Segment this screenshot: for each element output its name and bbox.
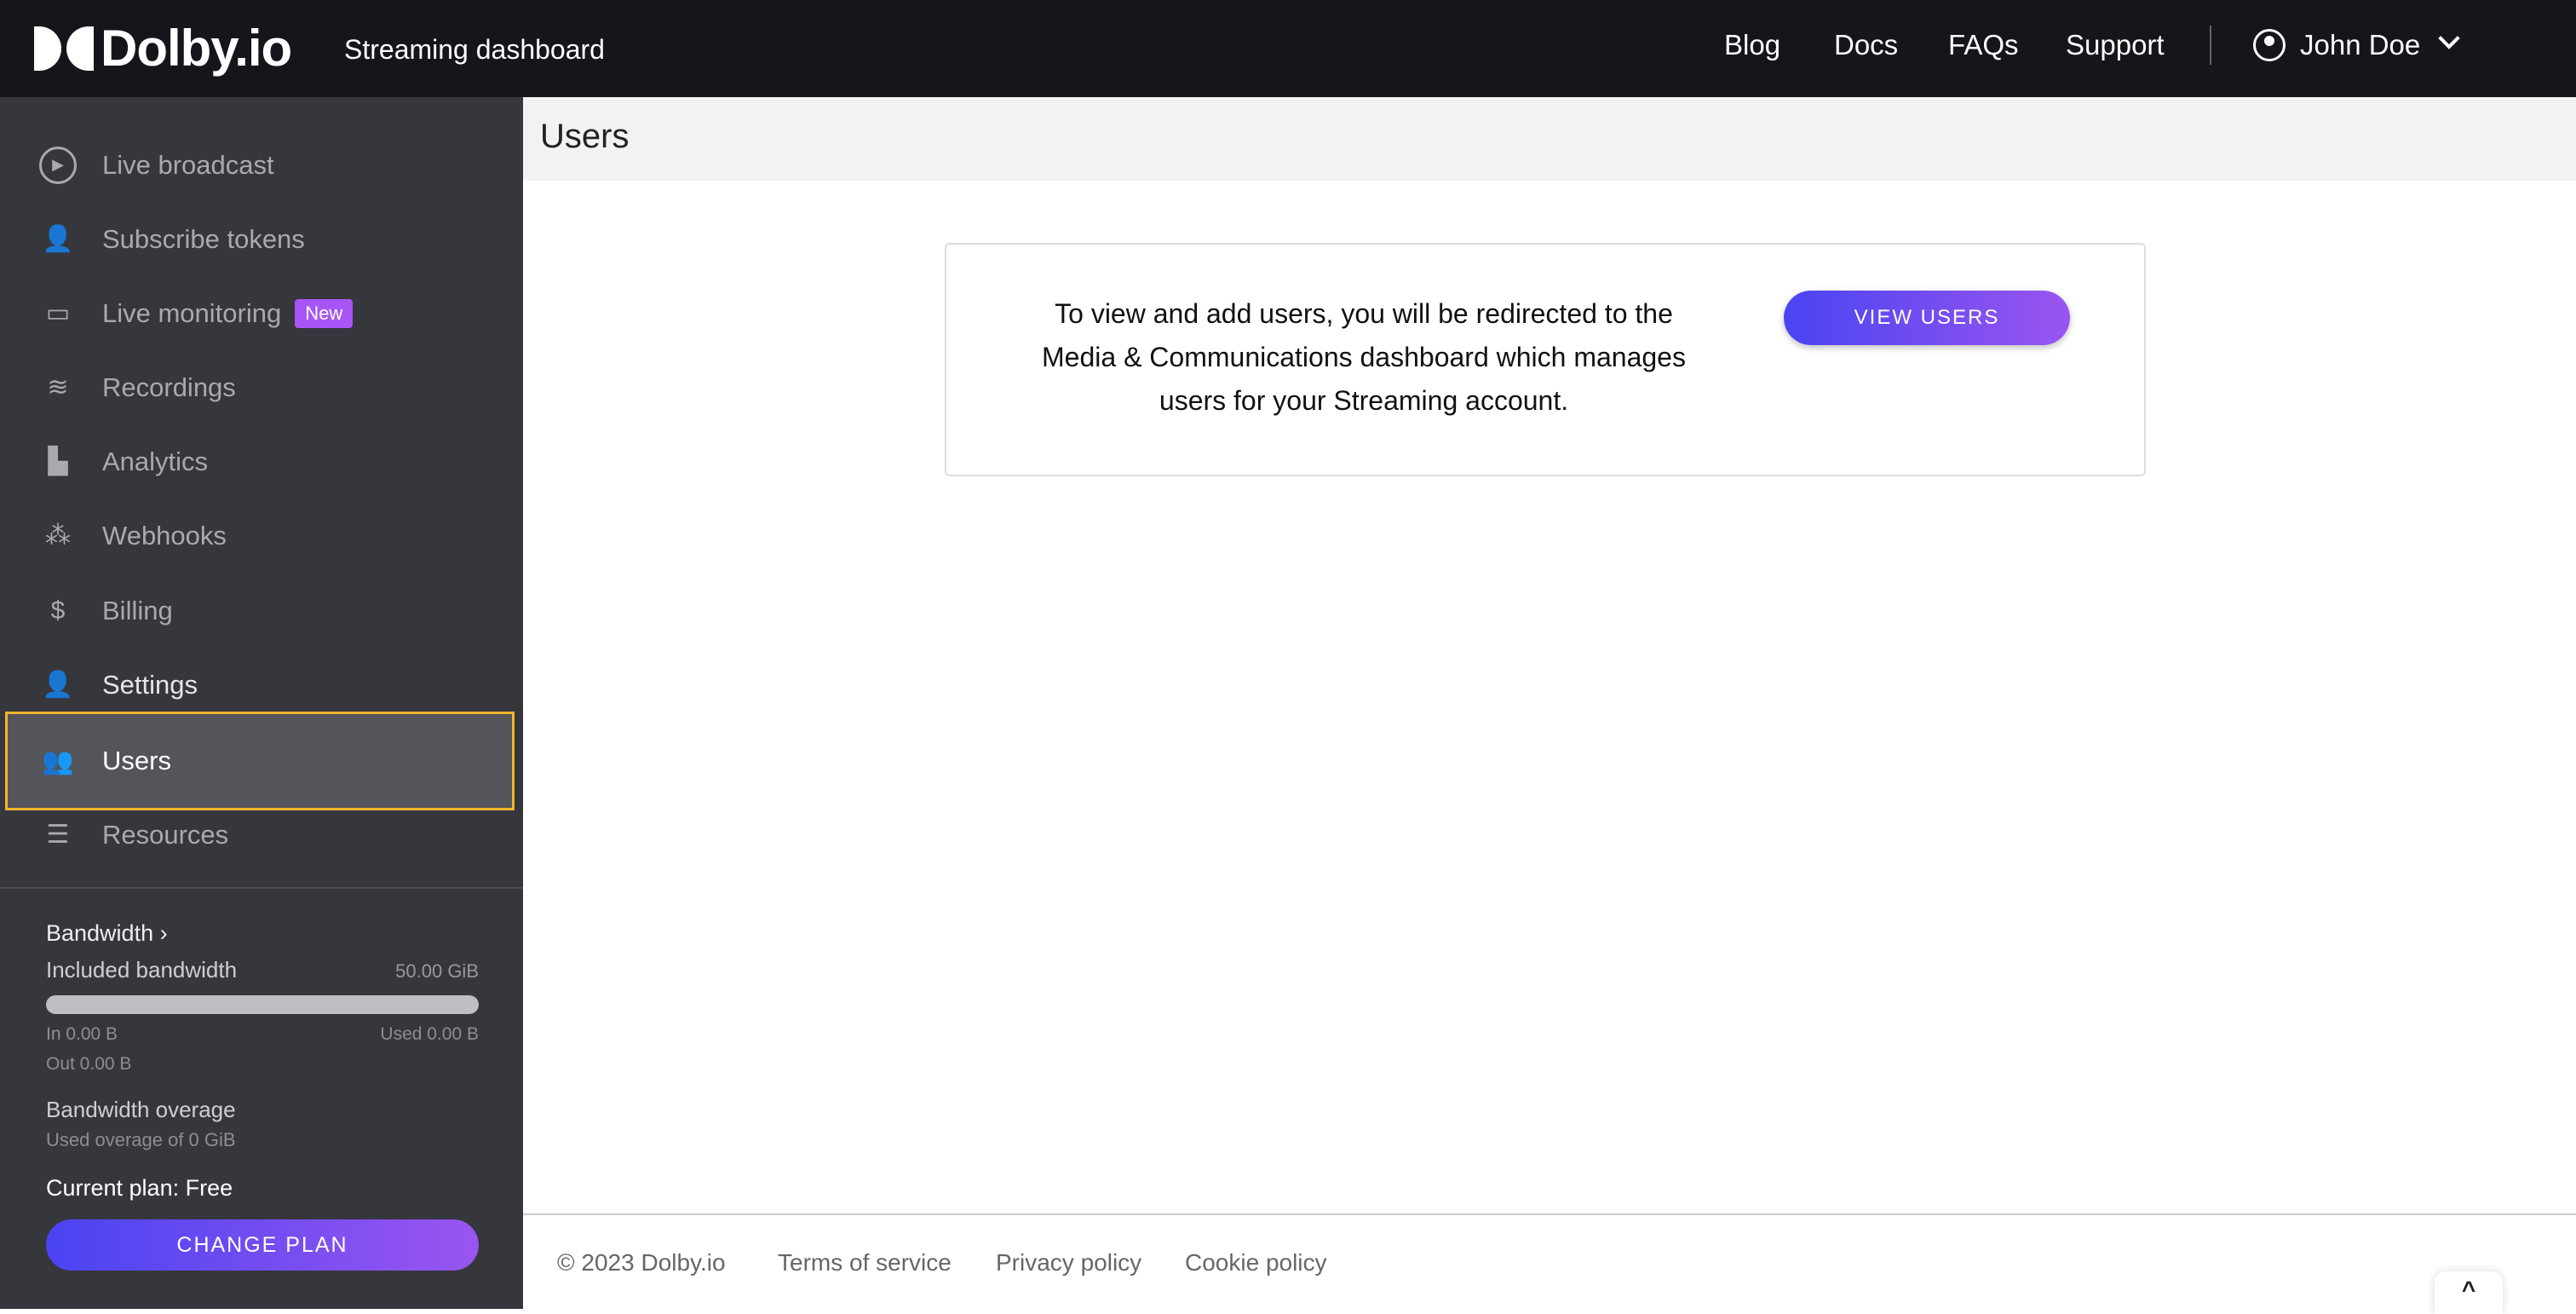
- monitor-icon: ▭: [45, 299, 71, 327]
- sidebar: ▶ Live broadcast 👤 Subscribe tokens ▭ Live …: [0, 97, 523, 1309]
- change-plan-button[interactable]: CHANGE PLAN: [46, 1219, 479, 1271]
- included-bandwidth-row: Included bandwidth 50.00 GiB: [46, 957, 479, 983]
- bandwidth-overage-text: Used overage of 0 GiB: [46, 1129, 236, 1150]
- nav-blog[interactable]: Blog: [1724, 29, 1780, 61]
- bar-chart-icon: ▙: [48, 447, 68, 475]
- chevron-up-icon: ^: [2461, 1277, 2476, 1303]
- nav-docs[interactable]: Docs: [1834, 29, 1898, 61]
- top-header: Dolby.io Streaming dashboard Blog Docs F…: [0, 0, 2576, 97]
- footer-copyright: © 2023 Dolby.io: [557, 1249, 726, 1276]
- footer-terms-link[interactable]: Terms of service: [778, 1249, 952, 1277]
- sidebar-item-subscribe-tokens[interactable]: 👤 Subscribe tokens: [5, 202, 515, 276]
- sidebar-item-live-broadcast[interactable]: ▶ Live broadcast: [5, 128, 515, 202]
- bandwidth-in: In 0.00 B: [46, 1024, 118, 1044]
- users-redirect-card: To view and add users, you will be redir…: [945, 243, 2146, 476]
- sidebar-item-label: Users: [102, 746, 171, 775]
- sidebar-item-label: Resources: [102, 819, 229, 850]
- sidebar-item-webhooks[interactable]: ⁂ Webhooks: [5, 499, 515, 573]
- users-icon: 👥: [42, 746, 74, 775]
- sidebar-item-label: Recordings: [102, 372, 236, 402]
- sidebar-item-label: Billing: [102, 595, 173, 625]
- dolby-logo[interactable]: Dolby.io: [34, 19, 292, 78]
- bandwidth-title: Bandwidth: [46, 920, 154, 946]
- nav-faqs[interactable]: FAQs: [1948, 29, 2019, 61]
- webhook-icon: ⁂: [45, 522, 71, 550]
- bandwidth-link[interactable]: Bandwidth ›: [46, 920, 479, 947]
- user-token-icon: 👤: [42, 225, 74, 253]
- sidebar-item-live-monitoring[interactable]: ▭ Live monitoring New: [5, 276, 515, 350]
- footer-divider: [523, 1213, 2576, 1215]
- sidebar-item-billing[interactable]: $ Billing: [5, 573, 515, 648]
- user-gear-icon: 👤: [42, 671, 74, 699]
- redirect-message: To view and add users, you will be redir…: [1042, 298, 1686, 416]
- sidebar-item-label: Live monitoring: [102, 297, 282, 328]
- sidebar-item-label: Live broadcast: [102, 149, 274, 180]
- app-title: Streaming dashboard: [344, 34, 605, 65]
- view-users-button[interactable]: VIEW USERS: [1784, 291, 2070, 345]
- sidebar-item-label: Subscribe tokens: [102, 223, 305, 254]
- bandwidth-in-used-row: In 0.00 B Used 0.00 B: [46, 1024, 479, 1045]
- sidebar-item-recordings[interactable]: ≋ Recordings: [5, 350, 515, 424]
- chevron-right-icon: ›: [159, 920, 168, 946]
- layers-icon: ≋: [47, 373, 69, 401]
- page-title-bar: Users: [523, 97, 2576, 181]
- page-title: Users: [540, 118, 630, 155]
- user-avatar-icon[interactable]: [2253, 29, 2286, 61]
- dolby-logo-mark: [34, 26, 94, 71]
- included-bandwidth-value: 50.00 GiB: [395, 960, 479, 982]
- sidebar-item-label: Analytics: [102, 446, 209, 476]
- included-bandwidth-label: Included bandwidth: [46, 957, 238, 983]
- logo-text: Dolby.io: [101, 20, 292, 77]
- sidebar-item-resources[interactable]: ☰ Resources: [5, 798, 515, 872]
- bandwidth-overage-title: Bandwidth overage: [46, 1097, 236, 1122]
- dollar-icon: $: [50, 596, 66, 625]
- nav-divider: [2210, 26, 2211, 65]
- footer-privacy-link[interactable]: Privacy policy: [996, 1249, 1141, 1277]
- sidebar-item-analytics[interactable]: ▙ Analytics: [5, 424, 515, 499]
- broadcast-icon: ▶: [39, 146, 77, 184]
- sidebar-divider: [0, 887, 523, 889]
- footer-cookie-link[interactable]: Cookie policy: [1185, 1249, 1327, 1277]
- bandwidth-used: Used 0.00 B: [380, 1024, 479, 1044]
- user-menu[interactable]: John Doe: [2300, 29, 2420, 61]
- new-badge: New: [295, 298, 354, 328]
- current-plan: Current plan: Free: [46, 1175, 233, 1201]
- chevron-down-icon[interactable]: [2438, 27, 2460, 49]
- bandwidth-progress-bar: [46, 995, 479, 1014]
- scroll-to-top-button[interactable]: ^: [2435, 1271, 2503, 1314]
- nav-support[interactable]: Support: [2066, 29, 2165, 61]
- sidebar-item-label: Webhooks: [102, 520, 227, 550]
- list-icon: ☰: [46, 821, 70, 849]
- sidebar-item-label: Settings: [102, 669, 198, 700]
- sidebar-item-users[interactable]: 👥 Users: [5, 712, 515, 810]
- sidebar-item-settings[interactable]: 👤 Settings: [5, 648, 515, 722]
- bandwidth-out: Out 0.00 B: [46, 1054, 132, 1074]
